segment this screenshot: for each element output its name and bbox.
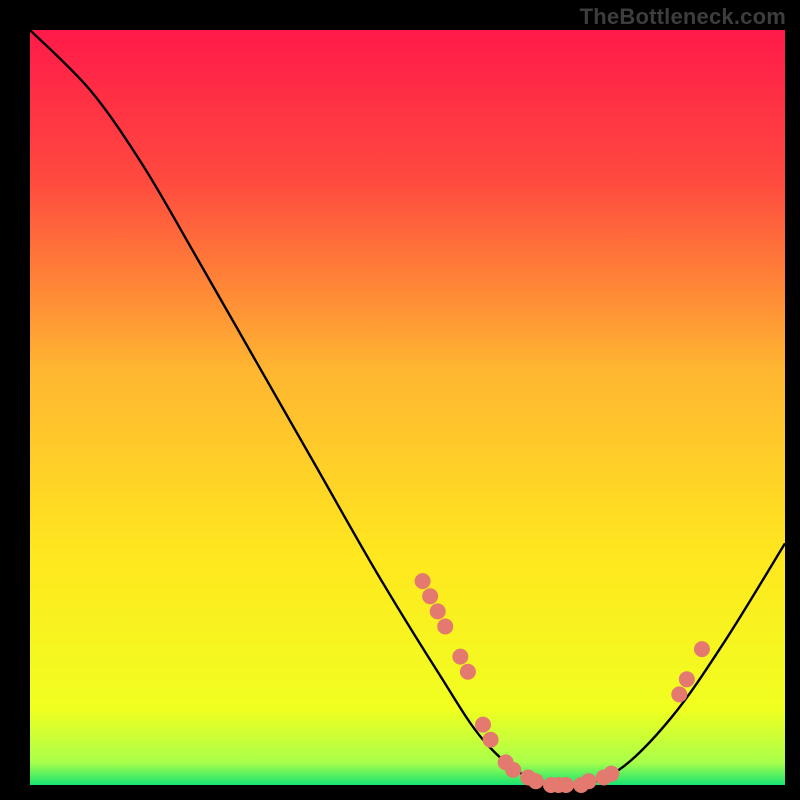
data-marker [415,573,431,589]
data-marker [422,588,438,604]
data-marker [528,773,544,789]
data-marker [505,762,521,778]
data-marker [452,649,468,665]
chart-frame: TheBottleneck.com [0,0,800,800]
data-marker [475,717,491,733]
data-marker [437,618,453,634]
watermark-label: TheBottleneck.com [580,4,786,30]
data-marker [694,641,710,657]
data-marker [603,766,619,782]
data-marker [581,773,597,789]
bottleneck-chart [0,0,800,800]
data-marker [460,664,476,680]
data-marker [430,603,446,619]
data-marker [558,777,574,793]
data-marker [671,686,687,702]
data-marker [679,671,695,687]
plot-background [30,30,785,785]
data-marker [483,732,499,748]
